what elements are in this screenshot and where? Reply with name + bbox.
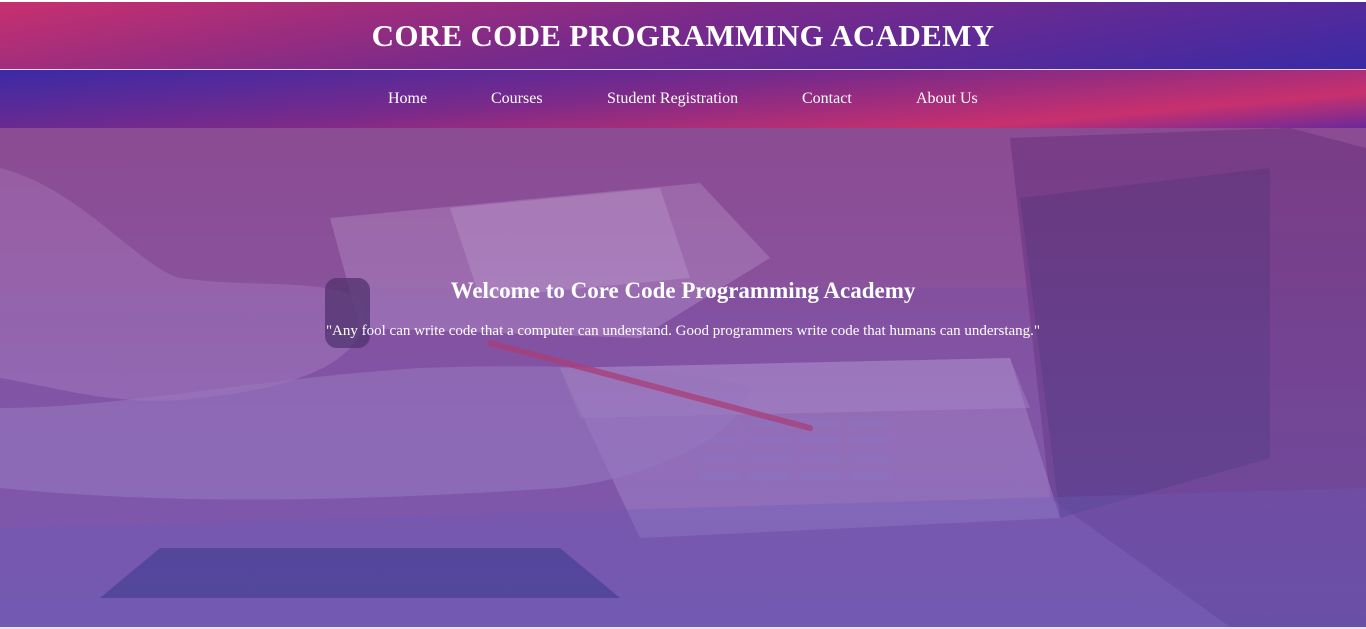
page: CORE CODE PROGRAMMING ACADEMY Home Cours… bbox=[0, 0, 1366, 629]
hero-banner: Welcome to Core Code Programming Academy… bbox=[0, 128, 1366, 627]
site-title: CORE CODE PROGRAMMING ACADEMY bbox=[371, 18, 995, 53]
hero-overlay bbox=[0, 128, 1366, 627]
nav-item-about-us[interactable]: About Us bbox=[916, 90, 978, 108]
nav-item-contact[interactable]: Contact bbox=[802, 90, 852, 108]
main-nav: Home Courses Student Registration Contac… bbox=[0, 70, 1366, 128]
hero-title: Welcome to Core Code Programming Academy bbox=[450, 278, 916, 303]
nav-item-courses[interactable]: Courses bbox=[491, 90, 543, 108]
nav-item-student-registration[interactable]: Student Registration bbox=[607, 90, 738, 108]
nav-list: Home Courses Student Registration Contac… bbox=[0, 70, 1366, 128]
hero-quote: "Any fool can write code that a computer… bbox=[325, 323, 1041, 339]
nav-item-home[interactable]: Home bbox=[388, 90, 427, 108]
site-header: CORE CODE PROGRAMMING ACADEMY bbox=[0, 2, 1366, 69]
